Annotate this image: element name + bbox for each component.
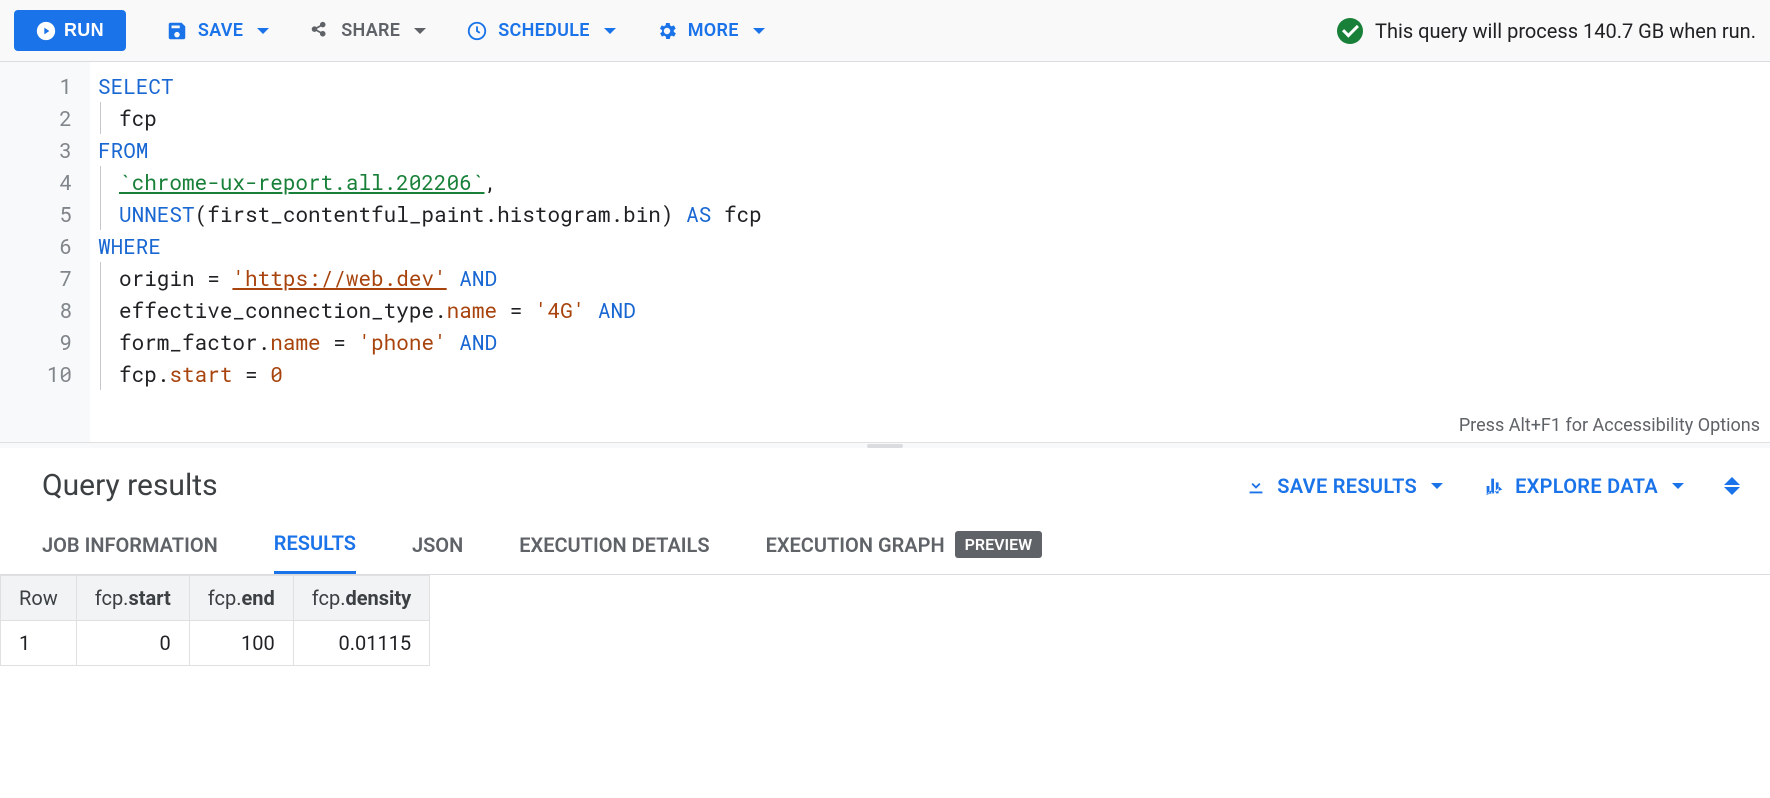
results-title: Query results [42, 468, 218, 503]
sql-editor[interactable]: 1 2 3 4 5 6 7 8 9 10 SELECT fcp FROM `ch… [0, 62, 1770, 442]
chevron-down-icon [257, 28, 269, 34]
download-icon [1245, 475, 1267, 497]
save-results-label: SAVE RESULTS [1277, 474, 1417, 498]
cell-end: 100 [189, 621, 293, 666]
save-label: SAVE [198, 20, 243, 41]
results-tabs: JOB INFORMATION RESULTS JSON EXECUTION D… [0, 513, 1770, 575]
share-icon [309, 20, 331, 42]
share-label: SHARE [341, 20, 400, 41]
clock-icon [466, 20, 488, 42]
tab-json[interactable]: JSON [412, 531, 463, 574]
preview-badge: PREVIEW [955, 531, 1043, 558]
col-fcp-density: fcp.density [293, 576, 429, 621]
tab-execution-graph[interactable]: EXECUTION GRAPH PREVIEW [766, 531, 1043, 574]
col-fcp-start: fcp.start [76, 576, 189, 621]
status-text: This query will process 140.7 GB when ru… [1375, 19, 1756, 43]
check-icon [1337, 18, 1363, 44]
chevron-down-icon [1672, 483, 1684, 489]
share-button[interactable]: SHARE [309, 20, 426, 42]
code-area[interactable]: SELECT fcp FROM `chrome-ux-report.all.20… [90, 62, 1770, 442]
tab-execution-details[interactable]: EXECUTION DETAILS [519, 531, 709, 574]
chevron-down-icon [414, 28, 426, 34]
schedule-button[interactable]: SCHEDULE [466, 20, 615, 42]
save-results-button[interactable]: SAVE RESULTS [1245, 474, 1443, 498]
query-toolbar: RUN SAVE SHARE SCHEDULE MORE This query … [0, 0, 1770, 62]
explore-data-button[interactable]: EXPLORE DATA [1483, 474, 1684, 498]
explore-data-label: EXPLORE DATA [1515, 474, 1658, 498]
play-icon [36, 21, 56, 41]
accessibility-hint: Press Alt+F1 for Accessibility Options [1459, 415, 1760, 436]
cell-row: 1 [1, 621, 77, 666]
save-button[interactable]: SAVE [166, 20, 269, 42]
chevron-down-icon [604, 28, 616, 34]
results-table: Row fcp.start fcp.end fcp.density 1 0 10… [0, 575, 430, 666]
chart-icon [1483, 475, 1505, 497]
run-label: RUN [64, 20, 104, 41]
run-button[interactable]: RUN [14, 10, 126, 51]
chevron-down-icon [1431, 483, 1443, 489]
expand-collapse-button[interactable] [1724, 477, 1740, 495]
cell-density: 0.01115 [293, 621, 429, 666]
tab-results[interactable]: RESULTS [274, 531, 356, 574]
save-icon [166, 20, 188, 42]
chevron-down-icon [753, 28, 765, 34]
col-row: Row [1, 576, 77, 621]
cell-start: 0 [76, 621, 189, 666]
results-header: Query results SAVE RESULTS EXPLORE DATA [0, 448, 1770, 513]
table-row: 1 0 100 0.01115 [1, 621, 430, 666]
more-label: MORE [688, 20, 739, 41]
tab-job-information[interactable]: JOB INFORMATION [42, 531, 218, 574]
schedule-label: SCHEDULE [498, 20, 589, 41]
chevron-down-icon [1724, 487, 1740, 495]
more-button[interactable]: MORE [656, 20, 765, 42]
col-fcp-end: fcp.end [189, 576, 293, 621]
line-gutter: 1 2 3 4 5 6 7 8 9 10 [0, 62, 90, 442]
query-status: This query will process 140.7 GB when ru… [1337, 18, 1756, 44]
table-header-row: Row fcp.start fcp.end fcp.density [1, 576, 430, 621]
chevron-up-icon [1724, 477, 1740, 485]
gear-icon [656, 20, 678, 42]
